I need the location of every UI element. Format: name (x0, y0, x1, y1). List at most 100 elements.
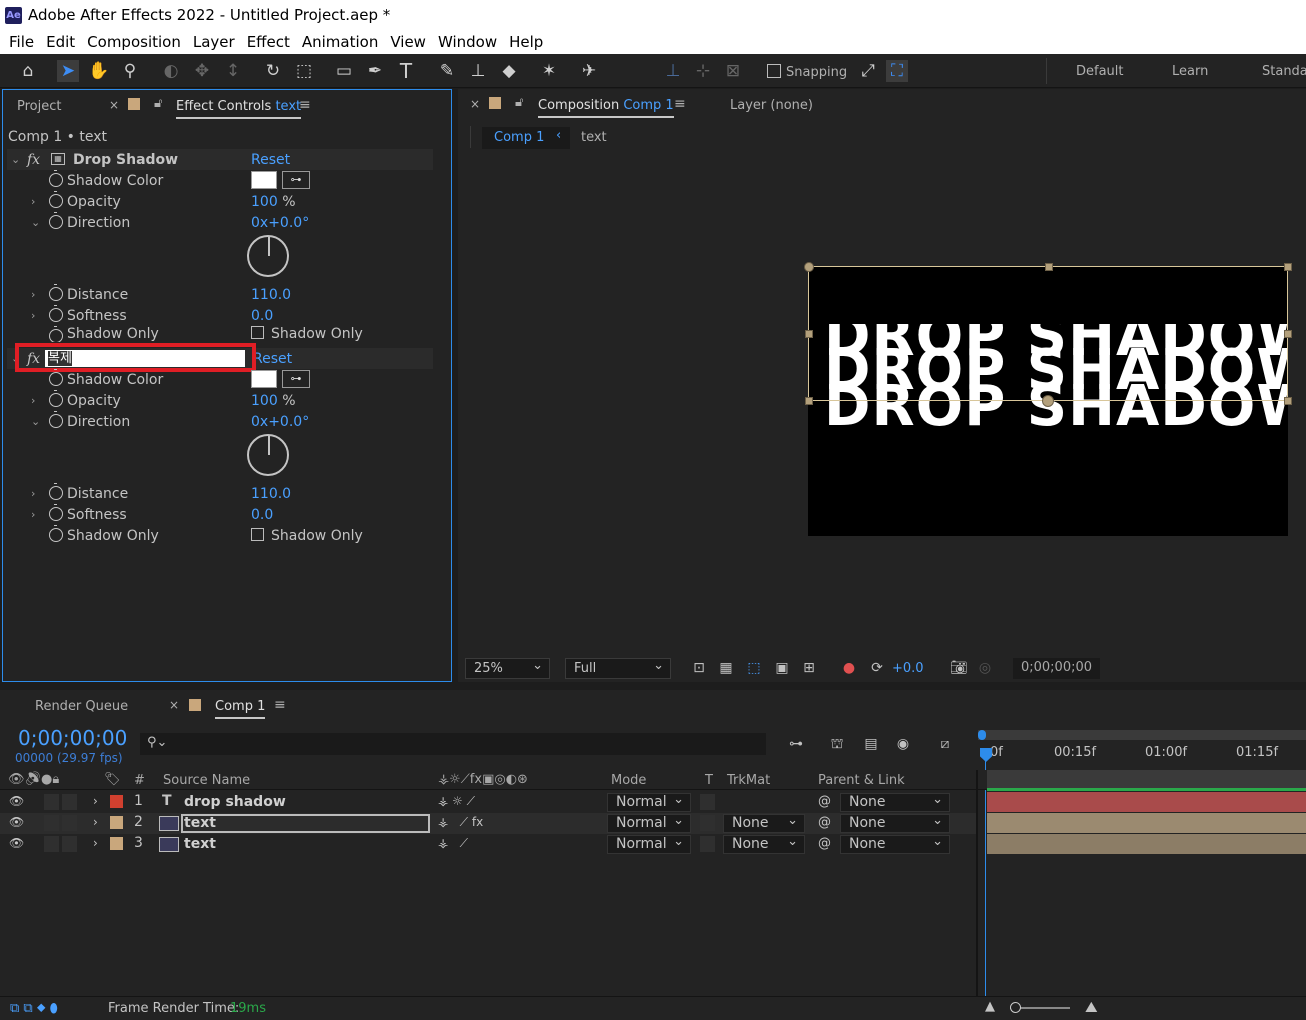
mode-dropdown[interactable]: Normal (607, 833, 691, 854)
effect-header-drop-shadow[interactable]: ⌄ fx ▦ Drop Shadow Reset (7, 149, 433, 170)
stopwatch-icon[interactable] (49, 483, 63, 500)
eye-icon[interactable]: 👁︎ (9, 794, 24, 808)
shy-icon[interactable]: ⚶ ☼ ⟋ (438, 794, 475, 809)
preserve-transparency[interactable] (700, 836, 715, 852)
parent-dropdown[interactable]: None (840, 791, 950, 812)
pen-tool-icon[interactable]: ✒ (364, 60, 386, 82)
lock-switch[interactable] (62, 836, 77, 852)
zoom-out-icon[interactable]: ▲ (985, 999, 995, 1014)
direction-value[interactable]: 0x+0.0° (251, 414, 309, 430)
color-swatch[interactable] (251, 370, 277, 388)
layer-bar-3[interactable] (987, 834, 1306, 854)
layer-row-2[interactable]: 👁︎ › 2 text ⚶ ⟋ fx Normal None @ None (0, 812, 976, 834)
layer-name[interactable]: text (184, 815, 216, 831)
stopwatch-icon[interactable] (49, 411, 63, 428)
stopwatch-icon[interactable] (49, 170, 63, 187)
chevron-right-icon[interactable]: › (31, 309, 35, 322)
resolution-dropdown[interactable]: Full (565, 656, 671, 679)
timeline-timecode[interactable]: 0;00;00;00 (18, 726, 127, 750)
chevron-right-icon[interactable]: › (93, 815, 98, 829)
eye-icon[interactable]: 👁︎ (9, 836, 24, 850)
panel-menu-icon[interactable]: ≡ (674, 96, 686, 112)
tab-effect-controls[interactable]: Effect Controls text (176, 99, 302, 119)
layer-name[interactable]: drop shadow (184, 794, 286, 810)
layer-name-box[interactable] (181, 814, 430, 833)
direction-dial[interactable] (247, 235, 289, 277)
transform-handle[interactable] (1284, 397, 1292, 405)
workspace-default[interactable]: Default (1076, 64, 1124, 79)
preserve-transparency[interactable] (700, 794, 715, 810)
axis-view-icon[interactable]: ⊠ (722, 60, 744, 82)
preserve-transparency[interactable] (700, 815, 715, 831)
show-snapshot-icon[interactable]: ◎ (977, 660, 993, 676)
audio-switch[interactable] (44, 836, 59, 852)
region-of-interest-icon[interactable]: ▣ (774, 660, 790, 676)
transform-handle[interactable] (805, 397, 813, 405)
lock-switch[interactable] (62, 815, 77, 831)
layer-bar-2[interactable] (987, 813, 1306, 833)
fast-previews-icon[interactable]: ⊡ (691, 660, 707, 676)
mode-dropdown[interactable]: Normal (607, 791, 691, 812)
work-area-bar[interactable] (978, 730, 1306, 740)
comp-mini-flowchart-icon[interactable]: ⊶ (788, 736, 804, 752)
graph-editor-icon[interactable]: ⧄ (937, 736, 953, 752)
chevron-down-icon[interactable]: ⌄ (31, 415, 40, 428)
shadow-only-checkbox[interactable] (251, 326, 264, 339)
brush-tool-icon[interactable]: ✎ (436, 60, 458, 82)
puppet-pin-icon[interactable]: ✈ (578, 60, 600, 82)
zoom-in-icon[interactable]: ⛰ (1085, 998, 1098, 1016)
current-time-display[interactable]: 0;00;00;00 (1013, 658, 1100, 679)
type-tool-icon[interactable]: T (395, 59, 417, 83)
close-icon[interactable]: × (470, 97, 480, 111)
direction-value[interactable]: 0x+0.0° (251, 215, 309, 231)
layer-row-1[interactable]: 👁︎ › 1 T drop shadow ⚶ ☼ ⟋ Normal @ None (0, 791, 976, 813)
breadcrumb-comp[interactable]: Comp 1 ‹ (482, 127, 570, 149)
stopwatch-icon[interactable] (49, 284, 63, 301)
chevron-down-icon[interactable]: ⌄ (11, 153, 20, 166)
workspace-learn[interactable]: Learn (1172, 64, 1208, 79)
eye-icon[interactable]: 👁︎ (9, 815, 24, 829)
label-color[interactable] (110, 816, 123, 829)
close-icon[interactable]: × (109, 98, 119, 112)
snapping-checkbox[interactable] (767, 64, 781, 78)
rectangle-tool-icon[interactable]: ▭ (333, 60, 355, 82)
exposure-value[interactable]: +0.0 (892, 661, 924, 676)
chevron-right-icon[interactable]: › (93, 794, 98, 808)
chevron-right-icon[interactable]: › (31, 288, 35, 301)
distance-value[interactable]: 110.0 (251, 287, 291, 303)
chevron-down-icon[interactable]: ⌄ (31, 216, 40, 229)
transform-handle[interactable] (805, 330, 813, 338)
reset-button[interactable]: Reset (253, 351, 292, 367)
tab-composition[interactable]: Composition Comp 1 (538, 98, 674, 118)
eraser-icon[interactable]: ◆ (498, 60, 520, 82)
mode-dropdown[interactable]: Normal (607, 812, 691, 833)
tab-comp-1[interactable]: Comp 1 (215, 699, 266, 719)
menu-animation[interactable]: Animation (302, 33, 378, 51)
shy-icon[interactable]: ⚶ ⟋ (438, 836, 468, 851)
chevron-right-icon[interactable]: › (31, 487, 35, 500)
lock-icon[interactable]: 🔓︎ (154, 96, 162, 111)
trkmat-dropdown[interactable]: None (723, 812, 805, 833)
axis-world-icon[interactable]: ⊹ (692, 60, 714, 82)
pick-whip-icon[interactable]: @ (818, 836, 831, 851)
toggle-switches-icon[interactable]: ⧉ ⧉ ⬥ ⬮ (10, 1001, 58, 1016)
stopwatch-icon[interactable] (49, 305, 63, 322)
layer-search-input[interactable]: ⚲⌄ (140, 733, 766, 755)
opacity-value[interactable]: 100 (251, 194, 278, 210)
eyedropper-icon[interactable]: ⊶ (282, 171, 310, 189)
audio-switch[interactable] (44, 794, 59, 810)
tab-layer[interactable]: Layer (none) (730, 98, 813, 113)
lock-switch[interactable] (62, 794, 77, 810)
reset-button[interactable]: Reset (251, 152, 290, 168)
breadcrumb-layer[interactable]: text (581, 130, 607, 145)
transform-handle[interactable] (1045, 263, 1053, 271)
stopwatch-icon[interactable] (49, 191, 63, 208)
workspace-standard[interactable]: Standar (1262, 64, 1306, 79)
snap-feature-icon[interactable]: ⛶ (886, 60, 908, 82)
tab-project[interactable]: Project (17, 99, 61, 114)
menu-layer[interactable]: Layer (193, 33, 235, 51)
rotate-tool-icon[interactable]: ↻ (262, 60, 284, 82)
panel-menu-icon[interactable]: ≡ (299, 97, 311, 113)
selection-tool-icon[interactable]: ➤ (57, 60, 79, 82)
source-name-header[interactable]: Source Name (163, 773, 250, 788)
